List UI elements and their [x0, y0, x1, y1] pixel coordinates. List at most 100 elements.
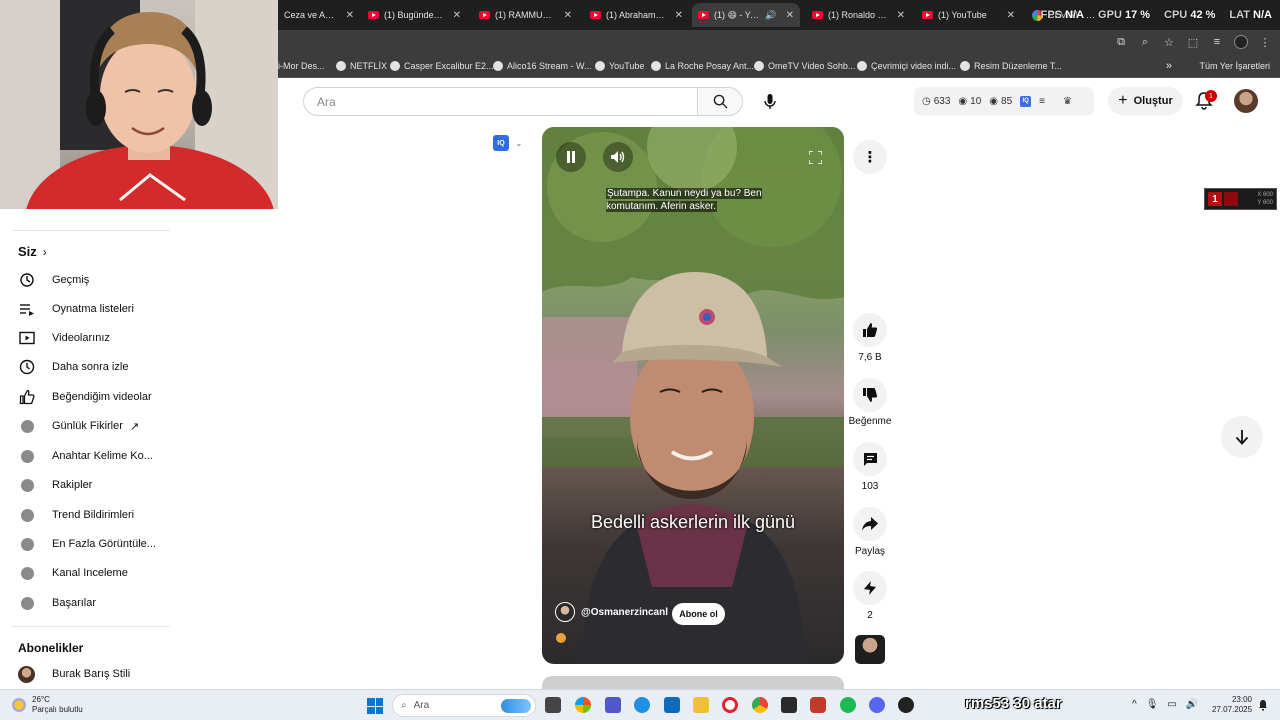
sidebar-item-playlists[interactable]: Oynatma listeleri: [18, 298, 134, 320]
obs-icon[interactable]: [810, 697, 826, 713]
bookmark[interactable]: i-Mor Des...: [278, 61, 325, 71]
sidebar-item-liked-videos[interactable]: Beğendiğim videolar: [18, 386, 152, 408]
capcut-icon[interactable]: [781, 697, 797, 713]
close-icon[interactable]: ✕: [893, 10, 905, 21]
browser-tab[interactable]: (1) YouTube ✕: [916, 3, 1021, 27]
volume-icon[interactable]: 🔊: [1186, 699, 1198, 710]
create-button[interactable]: + Oluştur: [1108, 87, 1183, 115]
sidebar-item-competitors[interactable]: Rakipler: [18, 474, 92, 496]
trophy-icon[interactable]: ♛: [1063, 96, 1072, 107]
close-icon[interactable]: ✕: [449, 10, 461, 21]
windows-start-icon[interactable]: [367, 698, 383, 714]
teams-icon[interactable]: [605, 697, 621, 713]
volume-button[interactable]: [603, 142, 633, 172]
channel-name[interactable]: @Osmanerzincanl: [581, 607, 668, 618]
bookmark[interactable]: Resim Düzenleme T...: [960, 61, 1062, 71]
edge-icon[interactable]: [634, 697, 650, 713]
bookmark[interactable]: YouTube: [595, 61, 644, 71]
extensions-icon[interactable]: ⬚: [1186, 36, 1200, 49]
bookmark[interactable]: Casper Excalibur E2...: [390, 61, 494, 71]
voice-search-button[interactable]: [755, 87, 784, 116]
spotify-icon[interactable]: [840, 697, 856, 713]
weather-widget[interactable]: 26°C Parçalı bulutlu: [12, 695, 83, 715]
more-options-button[interactable]: ⋮: [853, 140, 887, 174]
fullscreen-button[interactable]: [800, 142, 830, 172]
taskbar-search[interactable]: ⌕ Ara: [392, 694, 536, 717]
search-button[interactable]: [697, 87, 743, 116]
sidebar-item-your-videos[interactable]: Videolarınız: [18, 327, 110, 349]
sidebar-item-daily-ideas[interactable]: Günlük Fikirler ↗: [18, 415, 139, 437]
like-count: 7,6 B: [858, 352, 882, 363]
sidebar-item-most-viewed[interactable]: En Fazla Görüntüle...: [18, 533, 156, 555]
remix-button[interactable]: [853, 571, 887, 605]
profile-icon[interactable]: [1234, 35, 1248, 49]
sidebar-subscription[interactable]: Burak Barış Stili: [18, 663, 130, 685]
chevron-right-icon[interactable]: »: [1166, 60, 1172, 72]
file-explorer-icon[interactable]: [693, 697, 709, 713]
opera-icon[interactable]: [722, 697, 738, 713]
task-view-icon[interactable]: [545, 697, 561, 713]
tab-label: (1) YouTube: [938, 10, 987, 20]
browser-tab[interactable]: (1) Bugünde poizi ✕: [362, 3, 467, 27]
sidebar-item-channel-review[interactable]: Kanal Inceleme: [18, 562, 128, 584]
network-icon[interactable]: ▭: [1167, 699, 1176, 710]
notification-center-icon[interactable]: [1258, 699, 1268, 711]
search-input[interactable]: Ara: [303, 87, 698, 116]
next-short-preview[interactable]: [542, 676, 844, 690]
close-icon[interactable]: ✕: [342, 10, 354, 21]
next-video-button[interactable]: [1221, 416, 1263, 458]
copilot-icon[interactable]: [575, 697, 591, 713]
menu-icon[interactable]: ⋮: [1258, 36, 1272, 49]
reading-list-icon[interactable]: ≡: [1210, 36, 1224, 48]
sound-thumbnail[interactable]: [855, 635, 885, 664]
channel-avatar[interactable]: [555, 602, 575, 622]
browser-tab-active[interactable]: (1) 😄 - YouTu 🔊 ✕: [692, 3, 800, 27]
browser-tab[interactable]: (1) Abraham Beşli ✕: [584, 3, 689, 27]
bookmark[interactable]: NETFLİX: [336, 61, 387, 71]
sidebar-item-keyword[interactable]: Anahtar Kelime Ko...: [18, 445, 153, 467]
sidebar-item-trend-alerts[interactable]: Trend Bildirimleri: [18, 504, 134, 526]
bookmark[interactable]: OmeTV Video Sohb...: [754, 61, 855, 71]
share-button[interactable]: [853, 507, 887, 541]
app-icon[interactable]: [898, 697, 914, 713]
browser-tab[interactable]: Ceza ve Arem ✕: [278, 3, 360, 27]
bookmark[interactable]: Çevrimiçi video indi...: [857, 61, 956, 71]
chrome-icon[interactable]: [752, 697, 768, 713]
browser-tab[interactable]: (1) Ronaldo Jr Rev ✕: [806, 3, 911, 27]
sidebar-item-achievements[interactable]: Başarılar: [18, 592, 96, 614]
install-app-icon[interactable]: ⧉: [1114, 36, 1128, 49]
dislike-button[interactable]: [853, 378, 887, 412]
close-icon[interactable]: ✕: [671, 10, 683, 21]
avatar[interactable]: [1234, 89, 1258, 113]
close-icon[interactable]: ✕: [560, 10, 572, 21]
subscribe-button[interactable]: Abone ol: [672, 603, 725, 625]
outlook-icon[interactable]: [664, 697, 680, 713]
close-icon[interactable]: ✕: [1003, 10, 1015, 21]
all-bookmarks[interactable]: Tüm Yer İşaretleri: [1194, 61, 1270, 71]
close-icon[interactable]: ✕: [782, 10, 794, 21]
comments-button[interactable]: [853, 442, 887, 476]
like-button[interactable]: [853, 313, 887, 347]
vidiq-icon[interactable]: IQ: [1020, 95, 1032, 107]
volume-icon: [611, 151, 625, 163]
sidebar-item-watch-later[interactable]: Daha sonra izle: [18, 356, 128, 378]
bookmark[interactable]: La Roche Posay Ant...: [651, 61, 754, 71]
channel-info[interactable]: @Osmanerzincanl: [555, 602, 668, 622]
remix-count: 2: [867, 610, 873, 621]
chevron-up-icon[interactable]: ^: [1132, 699, 1137, 710]
vidiq-tool-icon: [21, 449, 34, 463]
vidiq-chip[interactable]: IQ ⌄: [493, 134, 529, 152]
thumbs-up-icon: [863, 323, 878, 337]
discord-icon[interactable]: [869, 697, 885, 713]
list-icon[interactable]: ≡: [1039, 96, 1045, 107]
browser-tab[interactable]: (1) RAMMUS53 "l ✕: [473, 3, 578, 27]
sidebar-item-history[interactable]: Geçmiş: [18, 269, 89, 291]
star-icon[interactable]: ☆: [1162, 36, 1176, 49]
speaker-icon[interactable]: 🔊: [765, 10, 776, 21]
pause-button[interactable]: [556, 142, 586, 172]
bookmark[interactable]: Alico16 Stream - W...: [493, 61, 592, 71]
microphone-icon[interactable]: 🎙: [1146, 699, 1159, 710]
sidebar-you-heading[interactable]: Siz ›: [18, 244, 47, 259]
zoom-icon[interactable]: ⌕: [1138, 36, 1152, 49]
taskbar-clock[interactable]: 23:00 27.07.2025: [1212, 695, 1252, 715]
